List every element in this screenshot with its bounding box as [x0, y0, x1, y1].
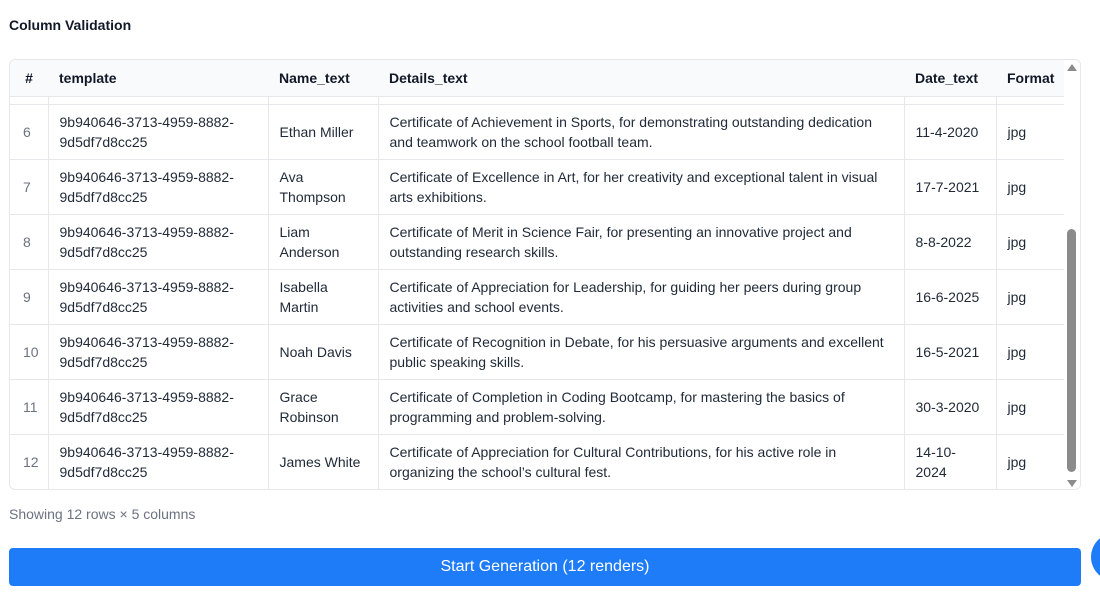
row-index: 11: [10, 379, 49, 435]
start-generation-button[interactable]: Start Generation (12 renders): [9, 548, 1081, 586]
column-header-index[interactable]: #: [10, 60, 48, 97]
table-row[interactable]: 9 9b940646-3713-4959-8882-9d5df7d8cc25 I…: [10, 269, 1066, 325]
name-cell: Ava Thompson: [268, 159, 379, 215]
date-cell: 16-5-2021: [904, 324, 997, 380]
table-viewport: # template Name_text Details_text Date_t…: [10, 60, 1066, 489]
format-cell: jpg: [996, 214, 1066, 270]
row-index: 7: [10, 159, 49, 215]
name-cell: Liam Anderson: [268, 214, 379, 270]
template-cell: 9b940646-3713-4959-8882-9d5df7d8cc25: [48, 379, 269, 435]
table-header-row: # template Name_text Details_text Date_t…: [10, 60, 1066, 97]
name-cell: Noah Davis: [268, 324, 379, 380]
details-cell: Certificate of Merit in Science Fair, fo…: [378, 214, 905, 270]
details-cell: Certificate of Recognition in Debate, fo…: [378, 324, 905, 380]
date-cell: 30-3-2020: [904, 379, 997, 435]
scrollbar-thumb[interactable]: [1067, 229, 1076, 472]
column-header-date-text[interactable]: Date_text: [904, 60, 996, 97]
table-row[interactable]: 8 9b940646-3713-4959-8882-9d5df7d8cc25 L…: [10, 214, 1066, 270]
format-cell: jpg: [1007, 453, 1027, 470]
table-row[interactable]: 6 9b940646-3713-4959-8882-9d5df7d8cc25 E…: [10, 104, 1066, 160]
data-table-container: # template Name_text Details_text Date_t…: [9, 59, 1081, 490]
date-cell: 11-4-2020: [904, 104, 997, 160]
template-cell: 9b940646-3713-4959-8882-9d5df7d8cc25: [48, 434, 269, 489]
details-cell: Certificate of Appreciation for Leadersh…: [378, 269, 905, 325]
row-index: 9: [10, 269, 49, 325]
template-cell: 9b940646-3713-4959-8882-9d5df7d8cc25: [48, 214, 269, 270]
row-index: 8: [10, 214, 49, 270]
date-cell: 16-6-2025: [904, 269, 997, 325]
format-cell: jpg: [996, 269, 1066, 325]
details-cell: Certificate of Appreciation for Cultural…: [378, 434, 905, 489]
floating-action-button[interactable]: [1091, 533, 1100, 581]
details-cell: Certificate of Completion in Coding Boot…: [378, 379, 905, 435]
template-cell: 9b940646-3713-4959-8882-9d5df7d8cc25: [48, 104, 269, 160]
date-cell: 14-10-2024: [904, 434, 997, 489]
scroll-down-arrow-icon[interactable]: [1067, 480, 1077, 487]
template-cell: 9b940646-3713-4959-8882-9d5df7d8cc25: [48, 269, 269, 325]
partial-row: [10, 96, 1066, 105]
column-header-template[interactable]: template: [48, 60, 268, 97]
table-row[interactable]: 10 9b940646-3713-4959-8882-9d5df7d8cc25 …: [10, 324, 1066, 380]
table-scrollbar[interactable]: [1064, 60, 1080, 489]
validation-table: # template Name_text Details_text Date_t…: [10, 60, 1066, 489]
section-title: Column Validation: [9, 17, 132, 33]
format-cell: jpg: [996, 159, 1066, 215]
scroll-up-arrow-icon[interactable]: [1067, 64, 1077, 71]
table-row[interactable]: 11 9b940646-3713-4959-8882-9d5df7d8cc25 …: [10, 379, 1066, 435]
column-header-details-text[interactable]: Details_text: [378, 60, 904, 97]
template-cell: 9b940646-3713-4959-8882-9d5df7d8cc25: [48, 324, 269, 380]
name-cell: James White: [268, 434, 379, 489]
table-row[interactable]: 7 9b940646-3713-4959-8882-9d5df7d8cc25 A…: [10, 159, 1066, 215]
format-cell: jpg: [996, 324, 1066, 380]
table-summary: Showing 12 rows × 5 columns: [9, 506, 196, 522]
date-cell: 17-7-2021: [904, 159, 997, 215]
template-cell: 9b940646-3713-4959-8882-9d5df7d8cc25: [48, 159, 269, 215]
row-index: 10: [10, 324, 49, 380]
details-cell: Certificate of Excellence in Art, for he…: [378, 159, 905, 215]
column-header-format[interactable]: Format: [996, 60, 1066, 97]
date-cell: 8-8-2022: [904, 214, 997, 270]
name-cell: Ethan Miller: [268, 104, 379, 160]
column-header-name-text[interactable]: Name_text: [268, 60, 378, 97]
name-cell: Isabella Martin: [268, 269, 379, 325]
row-index: 6: [10, 104, 49, 160]
details-cell: Certificate of Achievement in Sports, fo…: [378, 104, 905, 160]
name-cell: Grace Robinson: [268, 379, 379, 435]
format-cell: jpg: [996, 104, 1066, 160]
table-row[interactable]: 12 9b940646-3713-4959-8882-9d5df7d8cc25 …: [10, 434, 1066, 489]
row-index: 12: [10, 434, 49, 489]
format-cell: jpg: [996, 379, 1066, 435]
